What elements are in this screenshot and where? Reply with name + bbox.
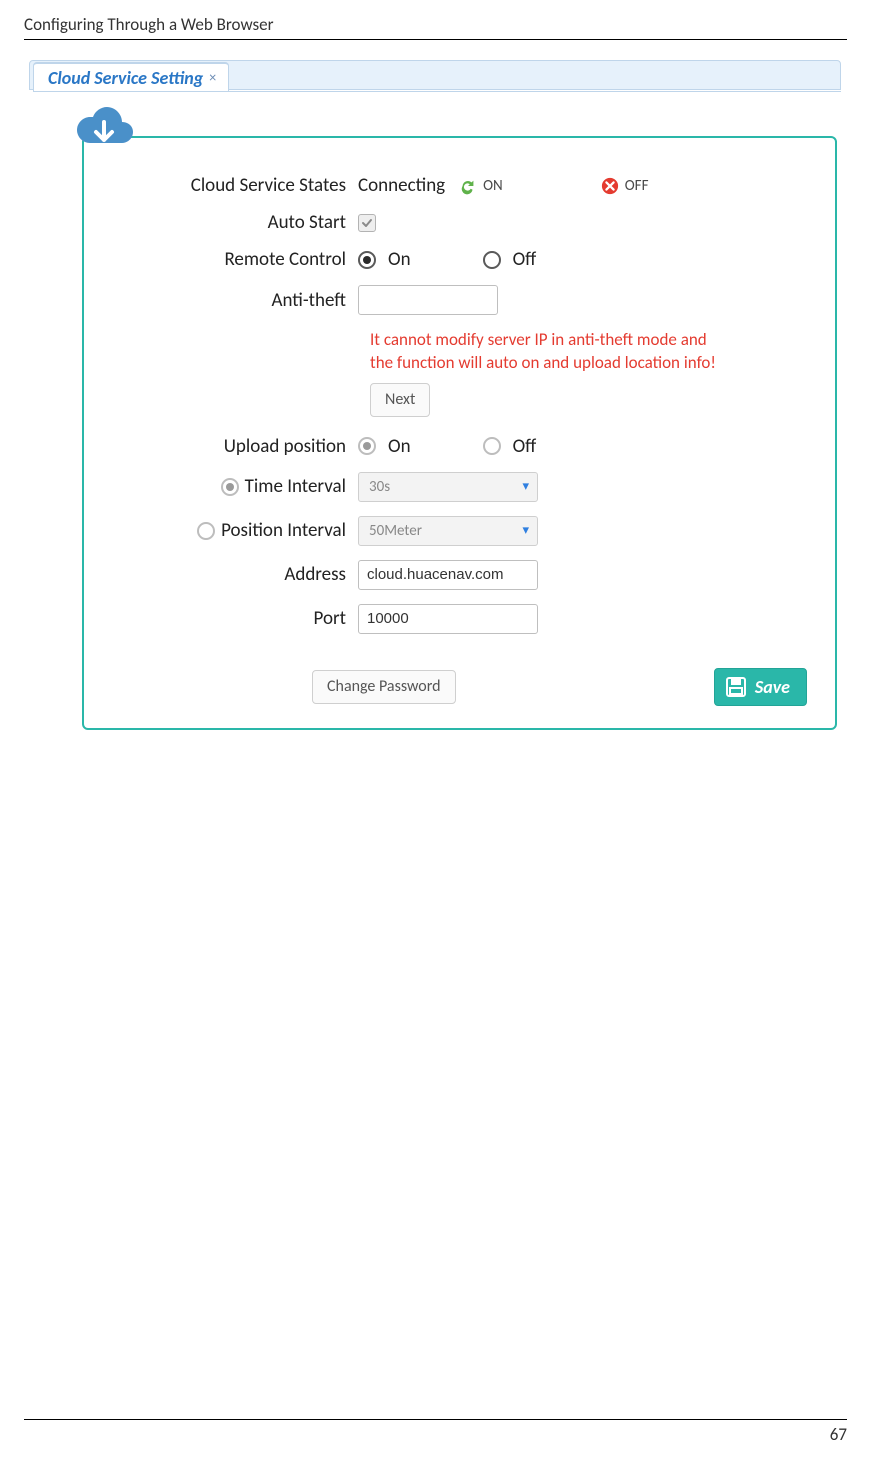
error-circle-icon bbox=[601, 177, 619, 195]
status-off-badge: OFF bbox=[601, 177, 649, 195]
cloud-service-states-label: Cloud Service States bbox=[112, 174, 358, 197]
anti-theft-label: Anti-theft bbox=[112, 289, 358, 312]
time-interval-label: Time Interval bbox=[245, 475, 346, 498]
refresh-icon bbox=[459, 177, 477, 195]
anti-theft-warning-text: It cannot modify server IP in anti-theft… bbox=[370, 329, 730, 375]
cloud-download-icon bbox=[72, 102, 136, 146]
cloud-service-states-value: Connecting bbox=[358, 174, 445, 197]
remote-control-off-text: Off bbox=[513, 248, 537, 271]
address-input[interactable] bbox=[358, 560, 538, 590]
upload-position-off-text: Off bbox=[513, 435, 537, 458]
anti-theft-input[interactable] bbox=[358, 285, 498, 315]
remote-control-label: Remote Control bbox=[112, 248, 358, 271]
upload-position-label: Upload position bbox=[112, 435, 358, 458]
tab-bar: Cloud Service Setting × bbox=[24, 58, 847, 92]
page-number: 67 bbox=[24, 1419, 847, 1445]
time-interval-select[interactable]: 30s ▾ bbox=[358, 472, 538, 502]
chevron-down-icon: ▾ bbox=[522, 479, 529, 494]
upload-position-on-text: On bbox=[388, 435, 411, 458]
port-label: Port bbox=[112, 607, 358, 630]
time-interval-radio[interactable] bbox=[221, 478, 239, 496]
position-interval-radio[interactable] bbox=[197, 522, 215, 540]
auto-start-checkbox[interactable] bbox=[358, 214, 376, 232]
change-password-button[interactable]: Change Password bbox=[312, 670, 456, 704]
save-button[interactable]: Save bbox=[714, 668, 807, 706]
port-input[interactable] bbox=[358, 604, 538, 634]
position-interval-label: Position Interval bbox=[221, 519, 346, 542]
cloud-service-panel: Cloud Service States Connecting ON bbox=[82, 136, 837, 730]
check-icon bbox=[361, 217, 373, 229]
off-text: OFF bbox=[625, 177, 649, 195]
page-header-title: Configuring Through a Web Browser bbox=[24, 14, 847, 40]
address-label: Address bbox=[112, 563, 358, 586]
chevron-down-icon: ▾ bbox=[522, 523, 529, 538]
next-button[interactable]: Next bbox=[370, 383, 430, 417]
close-icon[interactable]: × bbox=[209, 64, 216, 92]
tab-cloud-service-setting[interactable]: Cloud Service Setting × bbox=[33, 62, 229, 92]
remote-control-off-radio[interactable] bbox=[483, 251, 501, 269]
upload-position-on-radio[interactable] bbox=[358, 437, 376, 455]
time-interval-value: 30s bbox=[369, 478, 390, 496]
position-interval-value: 50Meter bbox=[369, 522, 422, 540]
on-text: ON bbox=[483, 177, 503, 195]
status-on-badge: ON bbox=[459, 177, 503, 195]
auto-start-label: Auto Start bbox=[112, 211, 358, 234]
save-icon bbox=[725, 676, 747, 698]
upload-position-off-radio[interactable] bbox=[483, 437, 501, 455]
tab-title: Cloud Service Setting bbox=[48, 64, 203, 92]
position-interval-select[interactable]: 50Meter ▾ bbox=[358, 516, 538, 546]
remote-control-on-radio[interactable] bbox=[358, 251, 376, 269]
save-button-label: Save bbox=[755, 676, 790, 698]
remote-control-on-text: On bbox=[388, 248, 411, 271]
